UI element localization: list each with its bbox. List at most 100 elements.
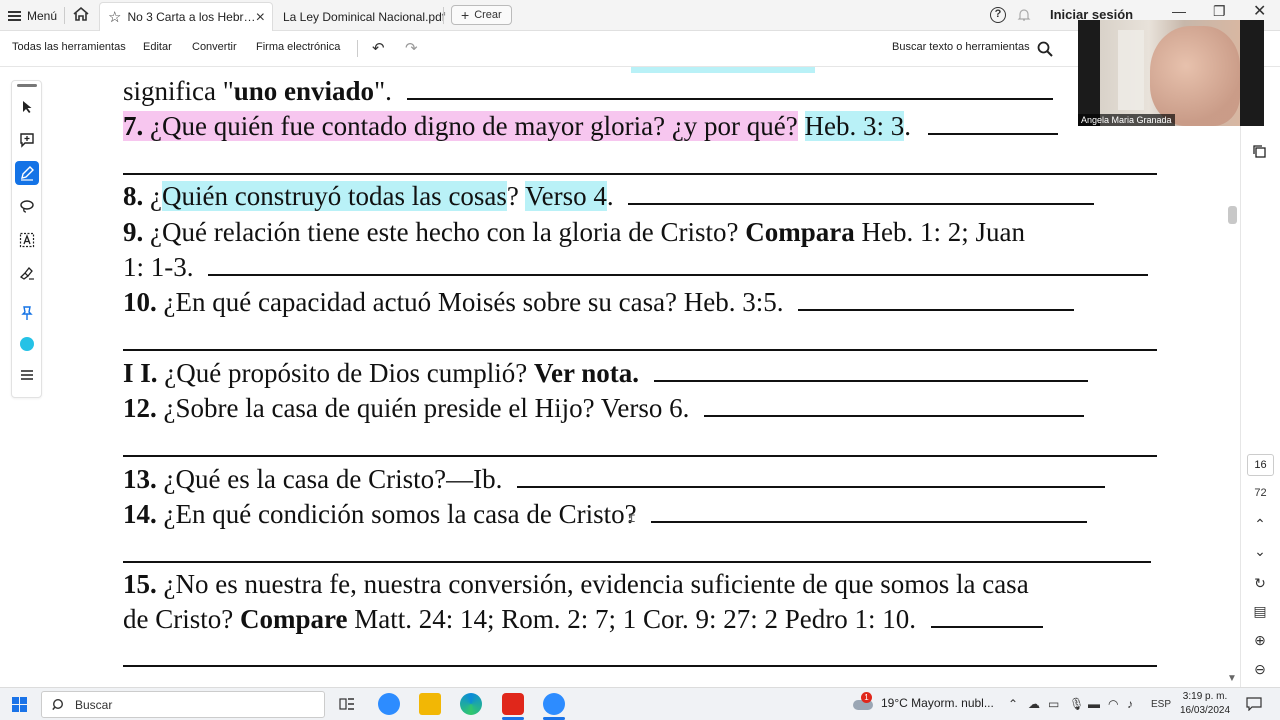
tab-second-document[interactable]: La Ley Dominical Nacional.pdf: [283, 2, 445, 31]
zoom-in-icon[interactable]: ⊕: [1251, 632, 1269, 649]
bell-icon[interactable]: [1017, 8, 1031, 22]
taskbar-search-input[interactable]: Buscar: [41, 691, 325, 718]
pen-sign-icon: [19, 267, 34, 280]
question-9-cont: 1: 1-3.: [123, 252, 1149, 282]
esign-button[interactable]: Firma electrónica: [256, 41, 340, 53]
menu-button[interactable]: Menú: [8, 6, 57, 25]
next-page-icon[interactable]: ⌄: [1251, 543, 1269, 560]
video-wall: [1118, 30, 1144, 110]
text-cursor-icon: ⌶: [628, 511, 636, 525]
microphone-icon[interactable]: 🎙: [1069, 697, 1084, 711]
pen-highlight-icon: [21, 166, 34, 181]
question-8: 8. ¿Quién construyó todas las cosas? Ver…: [123, 181, 1095, 211]
search-placeholder: Buscar: [75, 698, 113, 712]
rotate-icon[interactable]: ↻: [1251, 575, 1269, 592]
highlight-tool[interactable]: [15, 161, 39, 185]
minimize-icon[interactable]: —: [1172, 3, 1186, 19]
volume-icon[interactable]: ♪: [1127, 697, 1133, 711]
sign-tool[interactable]: [15, 261, 39, 285]
copy-icon[interactable]: [1251, 143, 1267, 159]
question-12: 12. ¿Sobre la casa de quién preside el H…: [123, 393, 1085, 423]
undo-icon[interactable]: ↶: [372, 39, 385, 57]
webcam-video[interactable]: Angela Maria Granada: [1078, 20, 1264, 126]
divider: [64, 7, 65, 24]
menu-label: Menú: [27, 8, 58, 23]
windows-taskbar: Buscar 1 19°C Mayorm. nubl... ⌃ ☁ ▭ 🎙 ▬ …: [0, 687, 1280, 720]
plus-icon: +: [461, 7, 470, 23]
all-tools-button[interactable]: Todas las herramientas: [12, 41, 126, 53]
current-page-input[interactable]: 16: [1247, 454, 1274, 476]
draw-tool[interactable]: [15, 194, 39, 218]
text-tool[interactable]: [15, 228, 39, 252]
answer-line: [123, 561, 1151, 563]
select-tool[interactable]: [15, 95, 39, 119]
search-icon: [52, 698, 64, 711]
question-13: 13. ¿Qué es la casa de Cristo?—Ib.: [123, 464, 1106, 494]
close-tab-icon[interactable]: ×: [256, 9, 265, 27]
search-tools-input[interactable]: Buscar texto o herramientas: [892, 41, 1030, 53]
home-button[interactable]: [72, 6, 92, 25]
onedrive-icon[interactable]: ☁: [1028, 697, 1040, 711]
tab-title: La Ley Dominical Nacional.pdf: [283, 9, 446, 24]
cloud-icon: 1: [853, 692, 873, 710]
question-14: 14. ¿En qué condición somos la casa de C…: [123, 499, 1088, 529]
divider: [443, 7, 444, 24]
color-picker[interactable]: [15, 332, 39, 356]
question-15-cont: de Cristo? Compare Matt. 24: 14; Rom. 2:…: [123, 604, 1043, 634]
text-line: significa "uno enviado".: [123, 76, 1053, 106]
pin-tool[interactable]: [15, 301, 39, 325]
participant-name: Angela Maria Granada: [1078, 114, 1175, 126]
convert-button[interactable]: Convertir: [192, 41, 237, 53]
battery-icon[interactable]: ▬: [1088, 697, 1100, 711]
help-icon[interactable]: ?: [990, 7, 1006, 23]
zoom-meeting-icon[interactable]: [543, 693, 565, 715]
clock-date: 16/03/2024: [1180, 705, 1231, 716]
clock-time: 3:19 p. m.: [1182, 691, 1228, 702]
question-9: 9. ¿Qué relación tiene este hecho con la…: [123, 217, 1025, 247]
document-viewer[interactable]: significa "uno enviado". 7. ¿Que quién f…: [52, 67, 1240, 687]
list-icon: [21, 370, 33, 380]
windows-start-icon[interactable]: [12, 697, 27, 712]
acrobat-app-icon[interactable]: [502, 693, 524, 715]
previous-page-icon[interactable]: ⌃: [1251, 516, 1269, 533]
restore-icon[interactable]: ❐: [1213, 3, 1226, 20]
tray-chevron-icon[interactable]: ⌃: [1008, 697, 1018, 711]
system-clock[interactable]: 3:19 p. m. 16/03/2024: [1180, 690, 1230, 718]
answer-line: [123, 349, 1157, 351]
right-panel: [1240, 67, 1280, 687]
left-tool-rail: [11, 80, 42, 398]
zoom-app-icon[interactable]: [378, 693, 400, 715]
color-swatch-icon: [20, 337, 34, 351]
scrollbar-thumb[interactable]: [1228, 206, 1237, 224]
device-icon[interactable]: ▭: [1048, 697, 1059, 711]
pin-icon: [21, 306, 33, 320]
create-button[interactable]: + Crear: [451, 5, 512, 25]
star-icon[interactable]: ☆: [108, 8, 121, 26]
tab-title: No 3 Carta a los Hebr…: [127, 10, 256, 24]
close-window-icon[interactable]: ✕: [1253, 1, 1266, 21]
more-tools-button[interactable]: [15, 363, 39, 387]
page-save-icon[interactable]: ▤: [1251, 603, 1269, 620]
question-15: 15. ¿No es nuestra fe, nuestra conversió…: [123, 569, 1029, 599]
language-indicator[interactable]: ESP: [1151, 699, 1171, 710]
cursor-arrow-icon: [23, 101, 32, 113]
search-icon[interactable]: [1037, 41, 1053, 57]
notifications-icon[interactable]: [1246, 697, 1262, 711]
rail-grip[interactable]: [17, 84, 37, 87]
zoom-out-icon[interactable]: ⊖: [1251, 661, 1269, 678]
divider: [357, 40, 358, 57]
file-explorer-icon[interactable]: [419, 693, 441, 715]
edge-browser-icon[interactable]: [460, 693, 482, 715]
hamburger-icon: [8, 10, 21, 21]
task-view-icon[interactable]: [339, 696, 355, 712]
scroll-down-icon[interactable]: ▼: [1227, 673, 1237, 684]
question-7: 7. ¿Que quién fue contado digno de mayor…: [123, 111, 1058, 141]
weather-widget[interactable]: 1 19°C Mayorm. nubl...: [853, 692, 994, 710]
wifi-icon[interactable]: ◠: [1108, 697, 1118, 711]
redo-icon[interactable]: ↷: [405, 39, 418, 57]
tab-active-document[interactable]: ☆ No 3 Carta a los Hebr… ×: [99, 2, 273, 31]
add-comment-tool[interactable]: [15, 128, 39, 152]
video-hand: [1150, 26, 1240, 126]
edit-button[interactable]: Editar: [143, 41, 172, 53]
question-11: I I. ¿Qué propósito de Dios cumplió? Ver…: [123, 358, 1088, 388]
